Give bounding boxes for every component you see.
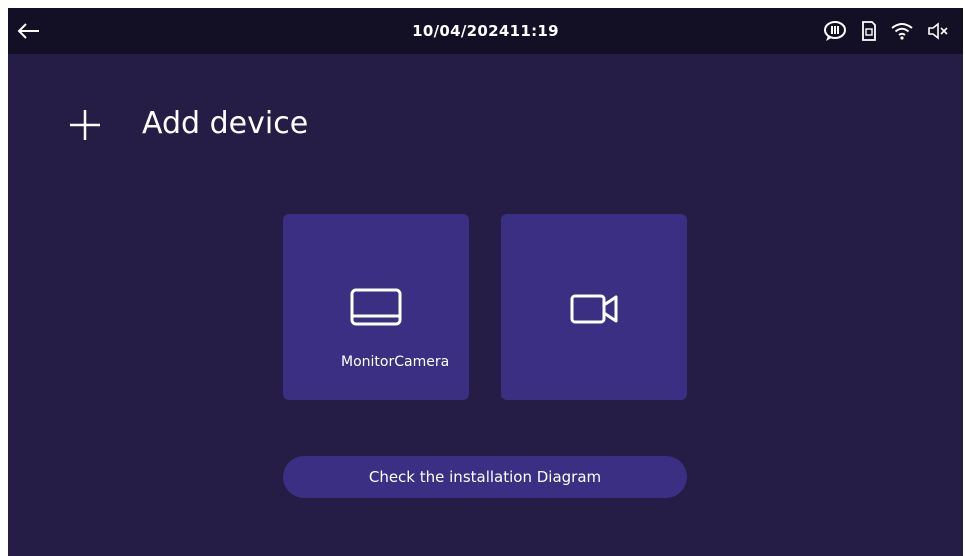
sd-card-icon: [861, 20, 877, 42]
status-icons: [823, 20, 949, 42]
monitor-camera-tile[interactable]: MonitorCamera: [283, 214, 469, 400]
camera-tile[interactable]: [501, 214, 687, 400]
status-datetime: 10/04/202411:19: [412, 22, 559, 40]
wifi-icon: [891, 22, 913, 40]
video-camera-icon: [564, 288, 624, 330]
speech-bubble-icon: [823, 20, 847, 42]
monitor-icon: [346, 288, 406, 330]
device-screen: 10/04/202411:19 Add device MonitorCamera…: [8, 8, 963, 556]
page-title: Add device: [142, 106, 309, 141]
plus-icon: [68, 108, 102, 142]
monitor-camera-label: MonitorCamera: [341, 354, 450, 370]
status-bar: 10/04/202411:19: [8, 8, 963, 54]
speaker-muted-icon: [927, 22, 949, 40]
installation-diagram-button[interactable]: Check the installation Diagram: [283, 456, 687, 498]
